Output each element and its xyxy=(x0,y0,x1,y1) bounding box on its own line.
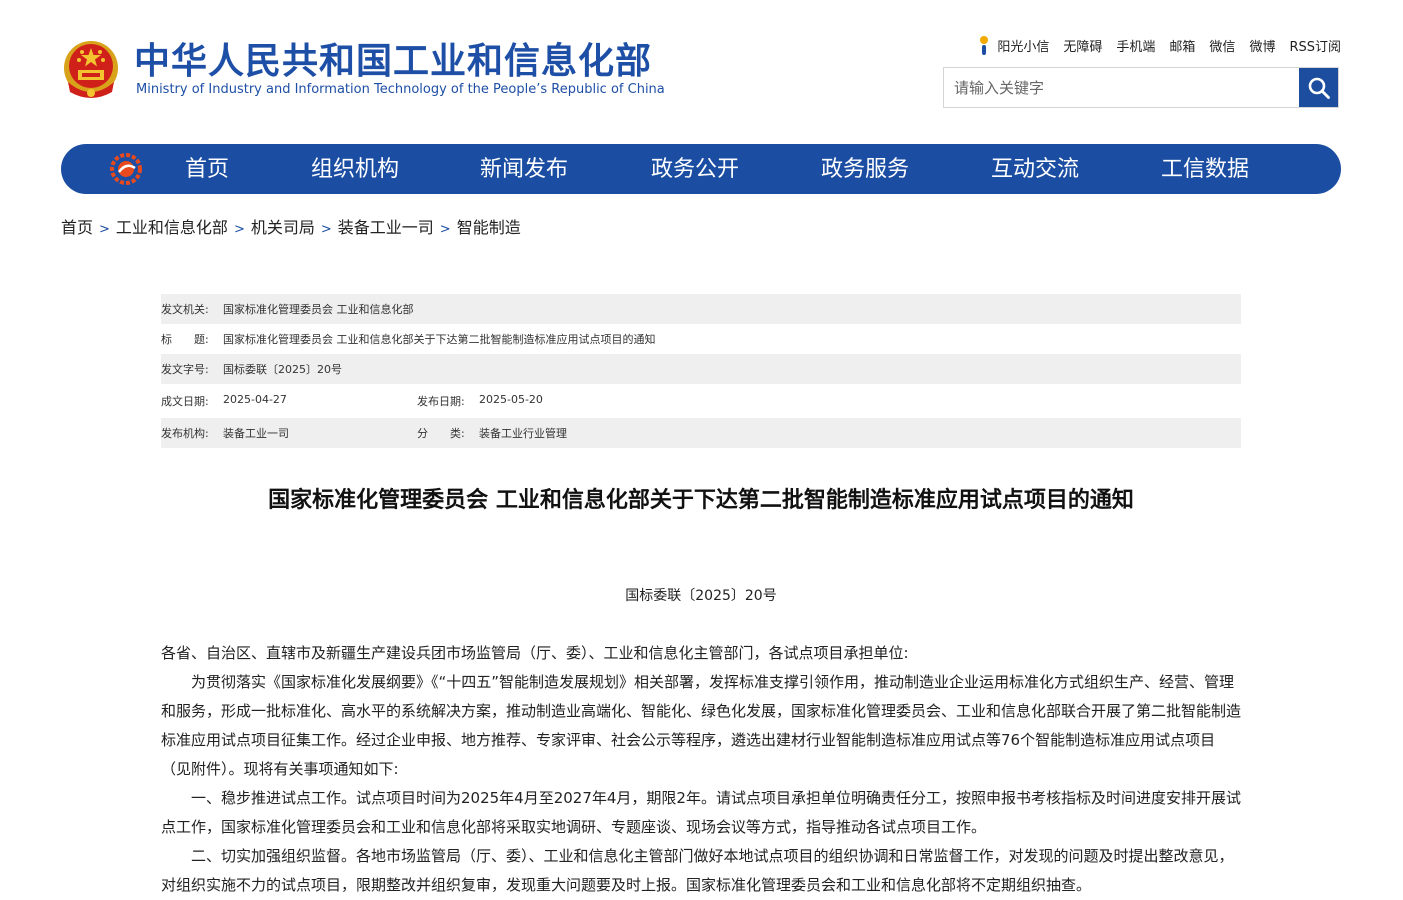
search-icon xyxy=(1308,77,1330,99)
meta-cell-org: 发布机构: 装备工业一司 xyxy=(161,425,417,441)
link-mobile[interactable]: 手机端 xyxy=(1116,36,1155,55)
article-docno: 国标委联〔2025〕20号 xyxy=(625,588,777,604)
meta-row-title: 标 题: 国家标准化管理委员会 工业和信息化部关于下达第二批智能制造标准应用试点… xyxy=(161,324,1241,354)
meta-value-docno: 国标委联〔2025〕20号 xyxy=(223,363,342,376)
meta-value-published: 2025-05-20 xyxy=(479,393,543,406)
breadcrumb: 首页 > 工业和信息化部 > 机关司局 > 装备工业一司 > 智能制造 xyxy=(61,214,521,238)
meta-label: 发文机关: xyxy=(161,303,209,316)
article-paragraph: 二、切实加强组织监督。各地市场监管局（厅、委）、工业和信息化主管部门做好本地试点… xyxy=(161,847,1234,894)
meta-row-org: 发布机构: 装备工业一司 分 类: 装备工业行业管理 xyxy=(161,418,1241,448)
meta-cell-published: 发布日期: 2025-05-20 xyxy=(417,393,673,409)
meta-label: 发文字号: xyxy=(161,363,209,376)
miit-logo-icon xyxy=(110,153,142,185)
link-accessibility[interactable]: 无障碍 xyxy=(1063,36,1102,55)
nav-home[interactable]: 首页 xyxy=(185,144,229,194)
main-nav: 首页 组织机构 新闻发布 政务公开 政务服务 互动交流 工信数据 xyxy=(61,144,1341,194)
nav-interaction[interactable]: 互动交流 xyxy=(991,144,1079,194)
breadcrumb-separator: > xyxy=(439,222,451,237)
nav-gov-affairs[interactable]: 政务公开 xyxy=(651,144,739,194)
search-input[interactable] xyxy=(944,68,1300,107)
article-body: 各省、自治区、直辖市及新疆生产建设兵团市场监管局（厅、委）、工业和信息化主管部门… xyxy=(161,639,1241,900)
meta-value-title: 国家标准化管理委员会 工业和信息化部关于下达第二批智能制造标准应用试点项目的通知 xyxy=(223,333,656,346)
search-box xyxy=(943,67,1339,108)
meta-row-issuer: 发文机关: 国家标准化管理委员会 工业和信息化部 xyxy=(161,294,1241,324)
article-salutation: 各省、自治区、直辖市及新疆生产建设兵团市场监管局（厅、委）、工业和信息化主管部门… xyxy=(161,644,909,662)
breadcrumb-separator: > xyxy=(233,222,245,237)
search-button[interactable] xyxy=(1299,68,1338,107)
nav-data[interactable]: 工信数据 xyxy=(1161,144,1249,194)
breadcrumb-miit[interactable]: 工业和信息化部 xyxy=(116,218,228,237)
nav-organization[interactable]: 组织机构 xyxy=(311,144,399,194)
meta-value-category: 装备工业行业管理 xyxy=(479,427,567,440)
link-mailbox[interactable]: 邮箱 xyxy=(1169,36,1195,55)
meta-label: 发布机构: xyxy=(161,427,209,440)
meta-value-issuer: 国家标准化管理委员会 工业和信息化部 xyxy=(223,303,414,316)
meta-cell-created: 成文日期: 2025-04-27 xyxy=(161,393,417,409)
breadcrumb-separator: > xyxy=(99,222,110,237)
meta-value-created: 2025-04-27 xyxy=(223,393,287,406)
meta-label: 成文日期: xyxy=(161,395,209,408)
breadcrumb-home[interactable]: 首页 xyxy=(61,218,93,237)
link-rss[interactable]: RSS订阅 xyxy=(1289,36,1341,55)
nav-gov-services[interactable]: 政务服务 xyxy=(821,144,909,194)
link-wechat[interactable]: 微信 xyxy=(1209,36,1235,55)
breadcrumb-smart-manufacturing[interactable]: 智能制造 xyxy=(457,218,521,237)
meta-label: 分 类: xyxy=(417,427,465,440)
site-title: 中华人民共和国工业和信息化部 xyxy=(134,41,653,82)
meta-label: 发布日期: xyxy=(417,395,465,408)
meta-value-org: 装备工业一司 xyxy=(223,427,289,440)
document-meta-table: 发文机关: 国家标准化管理委员会 工业和信息化部 标 题: 国家标准化管理委员会… xyxy=(161,294,1241,448)
article-paragraph: 为贯彻落实《国家标准化发展纲要》《“十四五”智能制造发展规划》相关部署，发挥标准… xyxy=(161,673,1242,778)
breadcrumb-separator: > xyxy=(320,222,332,237)
article-title: 国家标准化管理委员会 工业和信息化部关于下达第二批智能制造标准应用试点项目的通知 xyxy=(268,488,1134,513)
breadcrumb-departments[interactable]: 机关司局 xyxy=(251,218,315,237)
site-title-english: Ministry of Industry and Information Tec… xyxy=(136,82,665,97)
meta-row-docno: 发文字号: 国标委联〔2025〕20号 xyxy=(161,354,1241,384)
sunshine-icon xyxy=(980,36,989,55)
meta-row-dates: 成文日期: 2025-04-27 发布日期: 2025-05-20 xyxy=(161,386,1241,416)
article-paragraph: 一、稳步推进试点工作。试点项目时间为2025年4月至2027年4月，期限2年。请… xyxy=(161,789,1241,836)
national-emblem-icon xyxy=(64,41,118,98)
link-sunshine[interactable]: 阳光小信 xyxy=(997,36,1049,55)
breadcrumb-equipment-dept[interactable]: 装备工业一司 xyxy=(338,218,434,237)
meta-cell-category: 分 类: 装备工业行业管理 xyxy=(417,425,673,441)
link-weibo[interactable]: 微博 xyxy=(1249,36,1275,55)
nav-news[interactable]: 新闻发布 xyxy=(480,144,568,194)
top-links: 阳光小信 无障碍 手机端 邮箱 微信 微博 RSS订阅 xyxy=(977,34,1341,56)
meta-label: 标 题: xyxy=(161,333,209,346)
